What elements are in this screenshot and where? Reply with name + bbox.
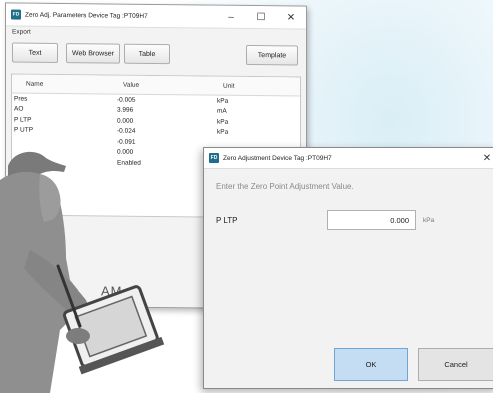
cell-unit: kPa: [217, 97, 229, 105]
minimize-icon[interactable]: –: [216, 11, 246, 22]
column-header-value[interactable]: Value: [117, 81, 223, 89]
cancel-button[interactable]: Cancel: [418, 348, 493, 381]
cell-value: -0.024: [117, 127, 136, 136]
window-title: Zero Adj. Parameters Device Tag :PT09H7: [25, 11, 148, 20]
cell-unit: kPa: [217, 128, 229, 137]
cell-name: Pres: [14, 95, 28, 103]
field-unit: kPa: [423, 217, 435, 224]
ok-button[interactable]: OK: [334, 348, 408, 381]
column-header-unit[interactable]: Unit: [223, 82, 300, 90]
maximize-icon[interactable]: ☐: [246, 11, 276, 23]
app-icon: FD: [11, 9, 21, 20]
toolbar: Text Web Browser Table Template: [6, 40, 306, 69]
cell-value: 3.996: [117, 106, 134, 115]
column-header-name[interactable]: Name: [12, 80, 117, 88]
zero-value-input[interactable]: 0.000: [327, 210, 416, 230]
cell-value: 0.000: [117, 117, 134, 125]
text-button[interactable]: Text: [12, 42, 58, 63]
prompt-text: Enter the Zero Point Adjustment Value.: [216, 182, 354, 191]
technician-silhouette: [0, 151, 165, 393]
dialog-title: Zero Adjustment Device Tag :PT09H7: [223, 154, 332, 162]
table-button[interactable]: Table: [124, 43, 170, 65]
dialog-title-bar: FD Zero Adjustment Device Tag :PT09H7 ✕: [204, 148, 493, 169]
app-icon: FD: [209, 153, 219, 163]
cell-value: -0.005: [117, 96, 136, 104]
cell-unit: [217, 143, 300, 144]
close-icon[interactable]: ✕: [276, 12, 306, 23]
title-bar: FD Zero Adj. Parameters Device Tag :PT09…: [6, 3, 306, 30]
template-button[interactable]: Template: [246, 44, 298, 66]
web-browser-button[interactable]: Web Browser: [66, 43, 120, 64]
field-label: P LTP: [216, 216, 238, 225]
cell-unit: kPa: [217, 118, 229, 126]
zero-adjustment-dialog: FD Zero Adjustment Device Tag :PT09H7 ✕ …: [203, 147, 493, 389]
cell-name: P LTP: [14, 116, 32, 124]
cell-name: AO: [14, 105, 24, 113]
close-icon[interactable]: ✕: [477, 153, 493, 164]
cell-unit: mA: [217, 107, 227, 115]
cell-name: P UTP: [14, 126, 34, 134]
